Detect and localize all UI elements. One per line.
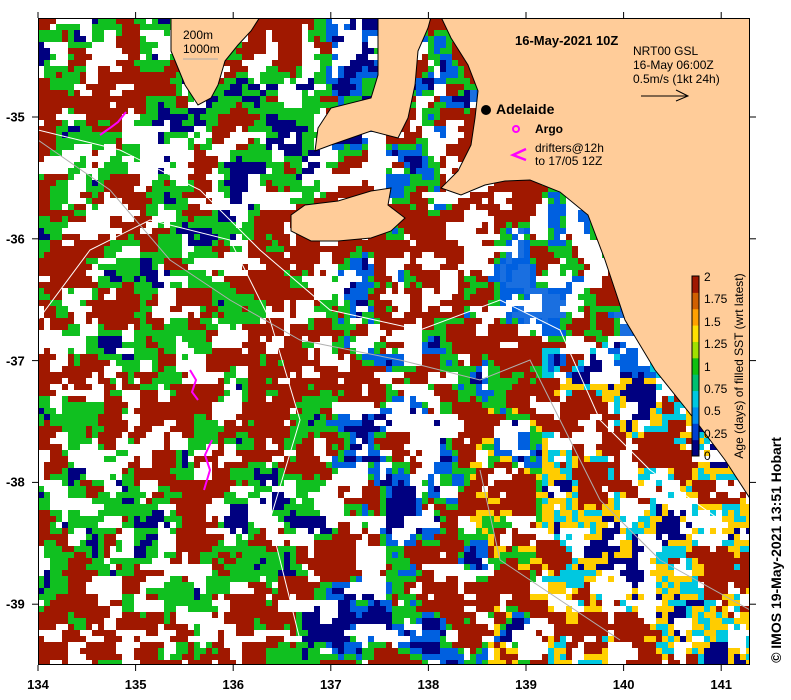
- x-tick-label: 141: [710, 677, 733, 692]
- current-legend-source: NRT00 GSL: [633, 44, 699, 58]
- y-tick-label: -35: [6, 109, 25, 125]
- y-tick-label: -36: [6, 231, 25, 247]
- map-overlay: [32, 12, 756, 671]
- depth-legend: 200m 1000m: [183, 28, 220, 56]
- x-tick-label: 135: [124, 677, 147, 692]
- colorbar-tick-label: 0: [704, 449, 711, 463]
- colorbar-segment: [692, 406, 699, 424]
- drifters-label-line2: to 17/05 12Z: [535, 154, 603, 168]
- colorbar-label: Age (days) of filled SST (wrt latest): [732, 273, 746, 459]
- depth-legend-1000m: 1000m: [183, 42, 220, 56]
- axis-ticks: [32, 12, 756, 671]
- y-tick-label: -37: [6, 353, 25, 369]
- colorbar-tick-label: 1.25: [704, 337, 728, 351]
- y-tick-label: -38: [6, 474, 25, 490]
- argo-float-icon: [512, 125, 520, 133]
- colorbar-tick-label: 0.5: [704, 404, 721, 418]
- colorbar-tick-label: 0.25: [704, 427, 728, 441]
- x-tick-label: 137: [319, 677, 342, 692]
- colorbar-tick-label: 0.75: [704, 382, 728, 396]
- colorbar-segment: [692, 276, 699, 293]
- map-title: 16-May-2021 10Z: [515, 33, 619, 48]
- colorbar-tick-label: 1.5: [704, 315, 721, 329]
- colorbar-tick-label: 2: [704, 270, 711, 284]
- current-legend-time: 16-May 06:00Z: [633, 58, 714, 72]
- place-label-adelaide: Adelaide: [496, 101, 555, 117]
- credit-text: © IMOS 19-May-2021 13:51 Hobart: [768, 437, 784, 663]
- city-dot-icon: [481, 105, 491, 115]
- colorbar-segment: [692, 341, 699, 359]
- current-legend: NRT00 GSL 16-May 06:00Z 0.5m/s (1kt 24h): [633, 44, 720, 86]
- depth-legend-200m: 200m: [183, 28, 214, 42]
- drifters-label: drifters@12h to 17/05 12Z: [535, 142, 604, 168]
- colorbar-gradient: [692, 276, 699, 457]
- colorbar-segment: [692, 325, 699, 342]
- colorbar-segment: [692, 423, 699, 441]
- colorbar-segment: [692, 374, 699, 392]
- argo-label: Argo: [535, 122, 563, 136]
- colorbar-tick-label: 1.75: [704, 292, 728, 306]
- y-tick-label: -39: [6, 596, 25, 612]
- x-tick-label: 134: [27, 677, 49, 692]
- colorbar-segment: [692, 439, 699, 457]
- x-tick-label: 136: [222, 677, 245, 692]
- current-legend-scale: 0.5m/s (1kt 24h): [633, 72, 720, 86]
- x-tick-label: 138: [417, 677, 440, 692]
- colorbar-segment: [692, 357, 699, 375]
- drifter-track-icon: [509, 147, 527, 162]
- x-tick-label: 139: [515, 677, 537, 692]
- colorbar-tick-label: 1: [704, 360, 711, 374]
- colorbar-segment: [692, 308, 699, 326]
- colorbar-segment: [692, 390, 699, 408]
- x-tick-label: 140: [612, 677, 635, 692]
- colorbar-segment: [692, 292, 699, 310]
